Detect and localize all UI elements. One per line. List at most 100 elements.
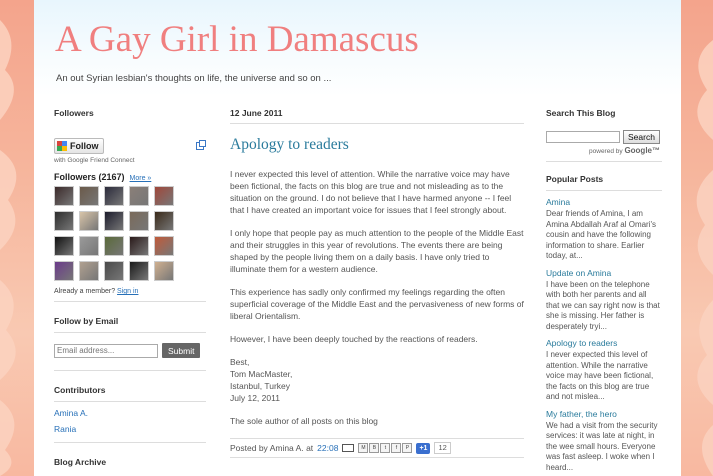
- follower-avatar[interactable]: [79, 261, 99, 281]
- leaf-pattern-right: [696, 40, 713, 476]
- followers-title: Followers: [54, 108, 94, 118]
- follower-avatar[interactable]: [79, 236, 99, 256]
- blogthis-icon[interactable]: B: [369, 443, 380, 453]
- powered-by-text: powered by: [589, 148, 623, 155]
- follower-avatar[interactable]: [129, 211, 149, 231]
- blog-title[interactable]: A Gay Girl in Damascus: [55, 18, 419, 61]
- pinterest-share-icon[interactable]: P: [402, 443, 413, 453]
- plusone-count: 12: [434, 442, 451, 454]
- divider: [54, 332, 206, 333]
- follow-button-label: Follow: [70, 141, 99, 151]
- decorative-background-left: [0, 0, 34, 476]
- blog-header: A Gay Girl in Damascus An out Syrian les…: [34, 0, 681, 96]
- post-footer: Posted by Amina A. at 22:08 M B t f P +1…: [230, 438, 524, 458]
- sign-in-link[interactable]: Sign in: [117, 288, 138, 295]
- post-title[interactable]: Apology to readers: [230, 136, 524, 154]
- post-body: I never expected this level of attention…: [230, 168, 524, 427]
- follower-avatar[interactable]: [104, 186, 124, 206]
- popular-post-snippet: Dear friends of Amina, I am Amina Abdall…: [546, 209, 657, 260]
- follower-avatar[interactable]: [129, 236, 149, 256]
- blog-page: A Gay Girl in Damascus An out Syrian les…: [34, 0, 681, 476]
- divider: [546, 161, 662, 162]
- search-title: Search This Blog: [546, 108, 616, 118]
- left-sidebar: Followers Follow with Google Friend Conn…: [54, 108, 206, 467]
- follower-avatar[interactable]: [129, 186, 149, 206]
- post-time-link[interactable]: 22:08: [317, 443, 338, 453]
- signature-line: July 12, 2011: [230, 393, 280, 403]
- follower-avatar[interactable]: [129, 261, 149, 281]
- sole-author-line: The sole author of all posts on this blo…: [230, 416, 378, 426]
- blog-description: An out Syrian lesbian's thoughts on life…: [56, 73, 332, 84]
- follower-avatar[interactable]: [154, 211, 174, 231]
- search-button[interactable]: Search: [623, 130, 660, 144]
- follower-avatar[interactable]: [79, 211, 99, 231]
- follower-avatar[interactable]: [104, 236, 124, 256]
- powered-by-google: powered by Google™: [546, 146, 662, 155]
- blog-archive-title: Blog Archive: [54, 457, 107, 467]
- post-paragraph: This experience has sadly only confirmed…: [230, 287, 524, 321]
- followers-count: Followers (2167): [54, 172, 125, 182]
- popular-post-snippet: I have been on the telephone with both h…: [546, 279, 660, 331]
- post-signature: Best, Tom MacMaster, Istanbul, Turkey Ju…: [230, 356, 524, 404]
- twitter-share-icon[interactable]: t: [380, 443, 391, 453]
- contributor-link[interactable]: Amina A.: [54, 408, 206, 418]
- gfc-caption: with Google Friend Connect: [54, 157, 135, 164]
- share-buttons: M B t f P: [358, 443, 413, 453]
- popular-posts-title: Popular Posts: [546, 174, 604, 184]
- email-post-icon[interactable]: [342, 444, 355, 452]
- post-date: 12 June 2011: [230, 108, 283, 118]
- leaf-pattern-left: [0, 20, 17, 476]
- search-input[interactable]: [546, 131, 620, 143]
- friend-connect-icon: [57, 141, 67, 151]
- popular-post-snippet: I never expected this level of attention…: [546, 350, 654, 401]
- follower-avatar[interactable]: [154, 236, 174, 256]
- plusone-button[interactable]: +1: [416, 442, 431, 454]
- divider: [546, 190, 662, 191]
- email-submit-button[interactable]: Submit: [162, 343, 201, 358]
- post-paragraph: I only hope that people pay as much atte…: [230, 228, 524, 274]
- follow-button[interactable]: Follow: [54, 138, 104, 154]
- follower-avatar-grid: [54, 186, 206, 281]
- divider: [54, 442, 206, 443]
- follower-avatar[interactable]: [54, 236, 74, 256]
- follower-avatar[interactable]: [54, 186, 74, 206]
- popout-icon[interactable]: [196, 140, 206, 150]
- post-paragraph: However, I have been deeply touched by t…: [230, 334, 478, 344]
- signature-line: Tom MacMaster,: [230, 369, 293, 379]
- divider: [54, 301, 206, 302]
- follower-avatar[interactable]: [104, 211, 124, 231]
- follow-email-title: Follow by Email: [54, 316, 119, 326]
- decorative-background-right: [679, 0, 713, 476]
- facebook-share-icon[interactable]: f: [391, 443, 402, 453]
- popular-post-link[interactable]: Amina: [546, 197, 662, 207]
- follower-avatar[interactable]: [54, 211, 74, 231]
- email-subscribe-row: Submit: [54, 343, 206, 358]
- contributor-link[interactable]: Rania: [54, 424, 206, 434]
- follower-avatar[interactable]: [154, 261, 174, 281]
- signature-line: Best,: [230, 357, 250, 367]
- followers-more-link[interactable]: More »: [130, 175, 152, 182]
- gfc-row: Follow: [54, 138, 206, 154]
- follower-avatar[interactable]: [154, 186, 174, 206]
- follower-avatar[interactable]: [54, 261, 74, 281]
- divider: [54, 370, 206, 371]
- post-paragraph: I never expected this level of attention…: [230, 169, 512, 215]
- search-row: Search: [546, 130, 662, 144]
- popular-post-link[interactable]: My father, the hero: [546, 409, 662, 419]
- right-sidebar: Search This Blog Search powered by Googl…: [546, 108, 662, 473]
- divider: [54, 401, 206, 402]
- google-logo: Google™: [624, 146, 660, 155]
- already-member-text: Already a member?: [54, 288, 116, 295]
- signature-line: Istanbul, Turkey: [230, 381, 291, 391]
- main-column: 12 June 2011 Apology to readers I never …: [230, 108, 524, 458]
- popular-post-link[interactable]: Apology to readers: [546, 338, 662, 348]
- divider: [230, 123, 524, 124]
- email-share-icon[interactable]: M: [358, 443, 369, 453]
- popular-post-link[interactable]: Update on Amina: [546, 268, 662, 278]
- already-member-line: Already a member? Sign in: [54, 288, 206, 295]
- followers-header: Followers (2167) More »: [54, 172, 206, 182]
- contributors-title: Contributors: [54, 385, 106, 395]
- follower-avatar[interactable]: [79, 186, 99, 206]
- follower-avatar[interactable]: [104, 261, 124, 281]
- email-field[interactable]: [54, 343, 158, 358]
